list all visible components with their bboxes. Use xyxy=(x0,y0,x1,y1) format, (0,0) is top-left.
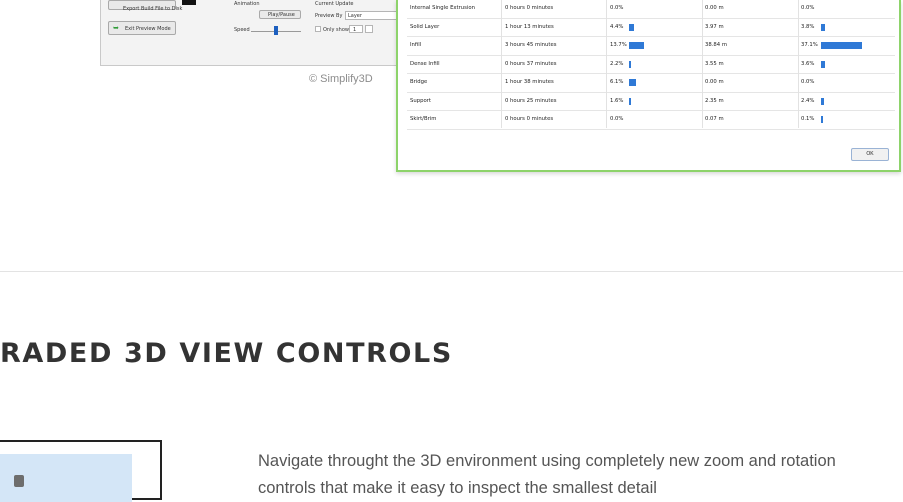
table-cell-len: 0.07 m xyxy=(705,116,724,122)
table-row: Support 0 hours 25 minutes 1.6% 2.35 m 2.4% xyxy=(407,93,895,111)
table-cell-time: 0 hours 25 minutes xyxy=(505,97,557,104)
back-arrow-icon: ➥ xyxy=(113,24,119,32)
table-row: Infill 3 hours 45 minutes 13.7% 38.84 m 37.1… xyxy=(407,37,895,56)
table-cell-len-pct: 2.4% xyxy=(801,97,815,104)
table-cell-len-pct: 37.1% xyxy=(801,42,818,48)
table-cell-len: 0.00 m xyxy=(705,79,724,85)
column-divider xyxy=(798,0,799,128)
play-pause-label: Play/Pause xyxy=(268,12,295,18)
table-row: Internal Single Extrusion 0 hours 0 minut… xyxy=(407,0,895,19)
table-cell-time: 0 hours 37 minutes xyxy=(505,60,557,67)
animation-label: Animation xyxy=(234,1,260,7)
table-row: Bridge 1 hour 38 minutes 6.1% 0.00 m 0.0% xyxy=(407,74,895,93)
table-cell-pct: 0.0% xyxy=(610,5,624,11)
export-build-label: Export Build File to Disk xyxy=(123,6,183,12)
preview-by-label: Preview By xyxy=(315,13,343,19)
table-cell-pct: 6.1% xyxy=(610,79,624,85)
play-pause-button[interactable]: Play/Pause xyxy=(259,10,301,19)
table-cell-len: 0.00 m xyxy=(705,5,724,11)
percent-bar xyxy=(821,116,823,123)
percent-bar xyxy=(629,79,636,86)
table-cell-len: 3.55 m xyxy=(705,60,724,67)
table-cell-pct: 1.6% xyxy=(610,97,624,104)
speed-slider-thumb[interactable] xyxy=(274,26,278,35)
table-cell-pct: 13.7% xyxy=(610,42,627,48)
only-show-value: 1 xyxy=(353,27,357,33)
statistics-table: Internal Single Extrusion 0 hours 0 minut… xyxy=(407,0,895,130)
table-cell-feature: Internal Single Extrusion xyxy=(410,5,475,11)
percent-bar xyxy=(629,23,634,31)
exit-preview-label: Exit Preview Mode xyxy=(125,26,171,32)
table-row: Dense Infill 0 hours 37 minutes 2.2% 3.55 m… xyxy=(407,56,895,74)
table-cell-pct: 0.0% xyxy=(610,116,624,122)
only-show-stepper[interactable] xyxy=(365,25,373,33)
section-description: Navigate throught the 3D environment usi… xyxy=(258,452,836,497)
build-statistics-dialog: Internal Single Extrusion 0 hours 0 minut… xyxy=(396,0,901,172)
preview-by-select[interactable]: Layer xyxy=(345,11,397,20)
table-cell-len-pct: 0.1% xyxy=(801,116,815,122)
only-show-checkbox[interactable] xyxy=(315,26,321,32)
color-swatch xyxy=(182,0,196,5)
table-cell-pct: 4.4% xyxy=(610,23,624,30)
table-cell-pct: 2.2% xyxy=(610,60,624,67)
table-cell-len: 3.97 m xyxy=(705,23,724,30)
column-divider xyxy=(606,0,607,128)
table-cell-len: 2.35 m xyxy=(705,97,724,104)
table-cell-feature: Support xyxy=(410,97,431,104)
preview-controls-panel: Export Build File to Disk ➥ Exit Preview… xyxy=(100,0,400,66)
table-cell-time: 3 hours 45 minutes xyxy=(505,42,557,48)
table-cell-len-pct: 0.0% xyxy=(801,79,815,85)
percent-bar xyxy=(821,42,862,49)
percent-bar xyxy=(821,60,825,68)
exit-preview-button[interactable]: ➥ Exit Preview Mode xyxy=(108,21,176,35)
table-cell-len-pct: 0.0% xyxy=(801,5,815,11)
table-cell-len-pct: 3.8% xyxy=(801,23,815,30)
table-cell-feature: Infill xyxy=(410,42,422,48)
table-cell-feature: Skirt/Brim xyxy=(410,116,437,122)
section-heading: RADED 3D VIEW CONTROLS xyxy=(0,338,453,369)
table-cell-feature: Dense Infill xyxy=(410,60,440,67)
percent-bar xyxy=(821,23,826,31)
preview-by-value: Layer xyxy=(348,13,362,19)
column-divider xyxy=(501,0,502,128)
table-row: Solid Layer 1 hour 13 minutes 4.4% 3.97 m 3.… xyxy=(407,19,895,37)
section-divider xyxy=(0,271,903,272)
table-cell-len: 38.84 m xyxy=(705,42,728,48)
export-build-button[interactable]: Export Build File to Disk xyxy=(108,0,182,12)
table-cell-feature: Bridge xyxy=(410,79,428,85)
column-divider xyxy=(702,0,703,128)
table-cell-time: 0 hours 0 minutes xyxy=(505,116,554,122)
speed-label: Speed xyxy=(234,27,250,33)
table-cell-time: 0 hours 0 minutes xyxy=(505,5,554,11)
table-row: Skirt/Brim 0 hours 0 minutes 0.0% 0.07 m 0.1… xyxy=(407,111,895,130)
percent-bar xyxy=(629,42,645,49)
ok-button[interactable]: OK xyxy=(851,148,889,161)
view-controls-image xyxy=(0,440,162,502)
table-cell-feature: Solid Layer xyxy=(410,23,440,30)
current-update-label: Current Update xyxy=(315,1,354,7)
table-cell-len-pct: 3.6% xyxy=(801,60,815,67)
percent-bar xyxy=(629,60,632,68)
only-show-label: Only show xyxy=(323,27,349,33)
percent-bar xyxy=(821,97,824,105)
percent-bar xyxy=(629,97,631,105)
table-cell-time: 1 hour 13 minutes xyxy=(505,23,554,30)
printer-object-icon xyxy=(14,475,24,487)
watermark: © Simplify3D xyxy=(309,73,373,85)
only-show-input[interactable]: 1 xyxy=(349,25,363,33)
table-cell-time: 1 hour 38 minutes xyxy=(505,79,554,85)
